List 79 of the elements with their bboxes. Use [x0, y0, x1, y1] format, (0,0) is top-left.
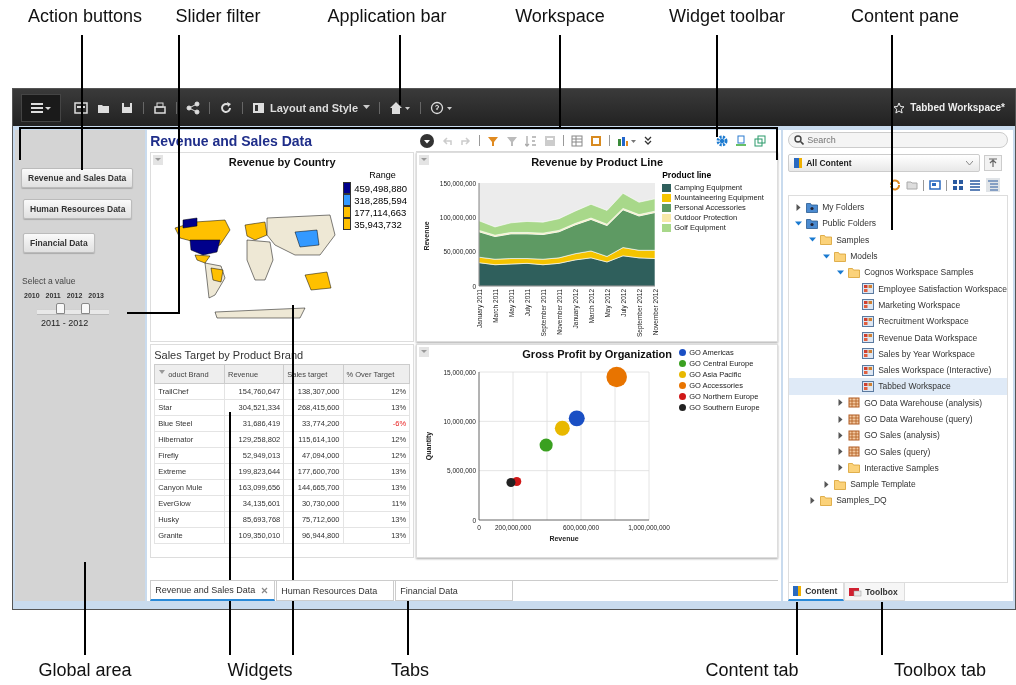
item-label: GO Data Warehouse (query): [864, 414, 973, 424]
tree-item[interactable]: Public Folders: [789, 215, 1007, 232]
tab-label: Revenue and Sales Data: [155, 585, 256, 595]
tab-label: Financial Data: [400, 585, 458, 596]
item-label: Recruitment Workspace: [878, 316, 969, 327]
callout-label: Widgets: [227, 660, 293, 681]
legend-title: Range: [369, 170, 396, 180]
tree-item[interactable]: Cognos Workspace Samples: [789, 264, 1007, 281]
tree-item[interactable]: Samples: [789, 231, 1007, 248]
tree-item[interactable]: GO Sales (analysis): [789, 427, 1007, 444]
widget-title: Revenue by Country: [228, 156, 336, 168]
tree-item[interactable]: Revenue Data Workspace: [789, 329, 1007, 346]
slider-reading: 2011 - 2012: [41, 318, 89, 328]
callout-label: Tabs: [391, 660, 429, 681]
tree-item[interactable]: Tabbed Workspace: [789, 378, 1007, 395]
chart-title: Revenue by Product Line: [531, 156, 664, 168]
tree-item[interactable]: Models: [789, 247, 1007, 265]
chart-title: Gross Profit by Organization: [522, 348, 673, 360]
item-label: GO Sales (analysis): [864, 430, 940, 441]
item-label: My Folders: [822, 202, 865, 213]
pane-tab[interactable]: Toolbox: [844, 583, 905, 601]
item-label: Models: [850, 251, 878, 262]
tree-item[interactable]: Sample Template: [789, 476, 1007, 493]
callout-label: Workspace: [515, 6, 605, 27]
callout-label: Content tab: [705, 660, 799, 681]
tab-label: Human Resources Data: [281, 585, 378, 596]
workspace-title: Tabbed Workspace*: [910, 102, 1005, 113]
item-label: Sales by Year Workspace: [878, 348, 975, 359]
item-label: Sales Workspace (Interactive): [878, 365, 992, 376]
slider-prompt: Select a value: [22, 276, 76, 286]
workspace-tab[interactable]: Revenue and Sales Data: [150, 581, 276, 601]
callout-label: Content pane: [850, 6, 960, 27]
source-dropdown[interactable]: All Content: [788, 154, 980, 172]
tree-item[interactable]: Sales Workspace (Interactive): [789, 361, 1007, 379]
item-label: Cognos Workspace Samples: [864, 267, 974, 278]
item-label: Interactive Samples: [864, 462, 939, 473]
callout-label: Global area: [38, 660, 132, 681]
tree-item[interactable]: Interactive Samples: [789, 459, 1007, 477]
item-label: Sample Template: [850, 479, 916, 490]
legend-value: 35,943,732: [354, 218, 402, 230]
tree-item[interactable]: GO Data Warehouse (analysis): [789, 394, 1007, 411]
action-button[interactable]: Human Resources Data: [23, 199, 133, 219]
item-label: Tabbed Workspace: [878, 381, 951, 392]
item-label: Marketing Workspace: [878, 299, 961, 310]
item-label: Revenue Data Workspace: [878, 332, 978, 343]
tab-label: Content: [805, 586, 838, 596]
legend-value: 318,285,594: [354, 194, 407, 206]
tree-item[interactable]: Recruitment Workspace: [789, 313, 1007, 330]
action-button[interactable]: Financial Data: [23, 233, 95, 253]
tree-item[interactable]: Marketing Workspace: [789, 296, 1007, 314]
item-label: Samples: [836, 234, 870, 245]
search-field[interactable]: Search: [788, 132, 1008, 148]
callout-label: Toolbox tab: [893, 660, 987, 681]
item-label: GO Data Warehouse (analysis): [864, 397, 982, 408]
tree-item[interactable]: My Folders: [789, 199, 1007, 216]
item-label: Public Folders: [822, 218, 877, 229]
callout-label: Action buttons: [27, 6, 143, 27]
tree-item[interactable]: Samples_DQ: [789, 492, 1007, 509]
workspace-tab[interactable]: Financial Data: [395, 581, 514, 601]
callout-label: Application bar: [327, 6, 447, 27]
item-label: Employee Satisfaction Workspace: [878, 283, 1007, 294]
action-button[interactable]: Revenue and Sales Data: [21, 168, 134, 188]
workspace-tab[interactable]: Human Resources Data: [276, 581, 395, 601]
dropdown-value: All Content: [806, 158, 852, 168]
item-label: GO Sales (query): [864, 446, 931, 457]
item-label: Samples_DQ: [836, 495, 887, 506]
legend-value: 459,498,880: [354, 182, 407, 194]
callout-label: Widget toolbar: [668, 6, 786, 27]
pane-tab[interactable]: Content: [788, 583, 845, 601]
tree-item[interactable]: GO Sales (query): [789, 443, 1007, 460]
legend-title: Product line: [662, 170, 712, 180]
button-label: Layout and Style: [270, 101, 359, 114]
layout-and-style-button[interactable]: Layout and Style: [252, 101, 371, 114]
tree-item[interactable]: GO Data Warehouse (query): [789, 410, 1007, 428]
callout-label: Slider filter: [175, 6, 261, 27]
tab-label: Toolbox: [865, 586, 898, 597]
tree-item[interactable]: Sales by Year Workspace: [789, 345, 1007, 362]
legend-value: 177,114,663: [354, 206, 407, 218]
tree-item[interactable]: Employee Satisfaction Workspace: [789, 280, 1007, 297]
